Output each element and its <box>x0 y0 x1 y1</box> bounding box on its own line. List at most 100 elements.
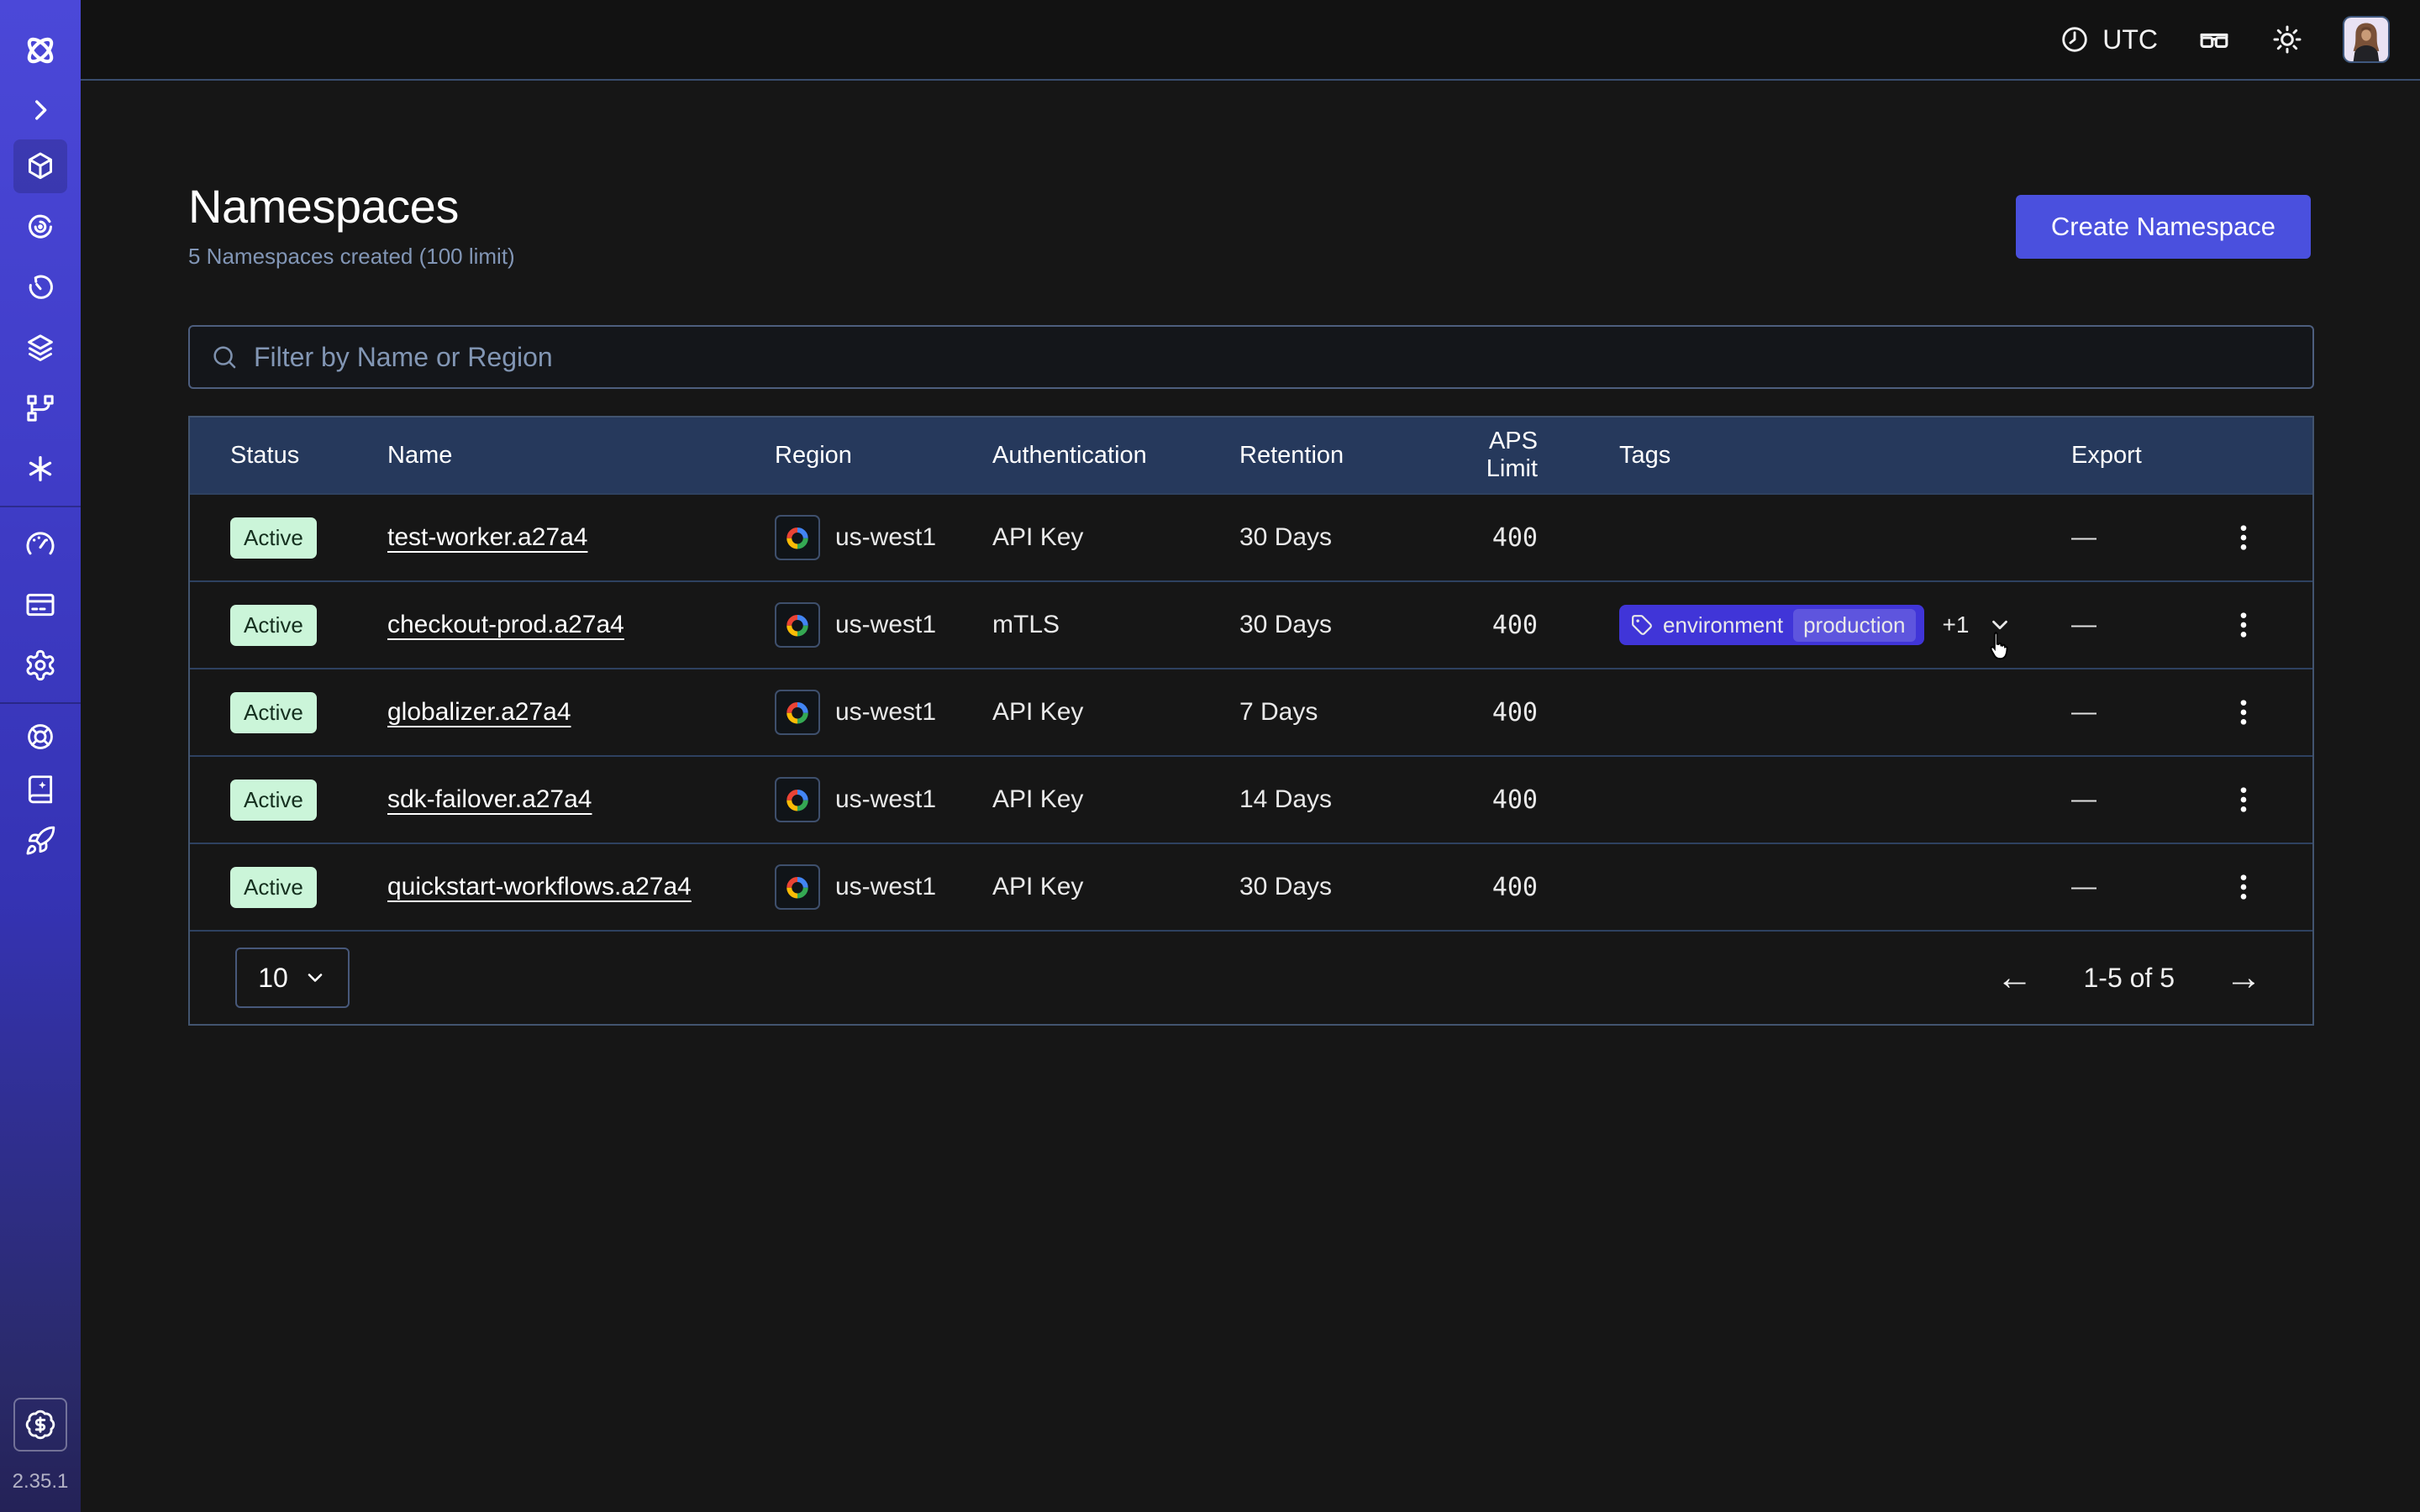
main-content: Namespaces 5 Namespaces created (100 lim… <box>81 81 2420 1512</box>
region-label: us-west1 <box>835 785 936 814</box>
sidebar-item-support[interactable] <box>0 711 81 763</box>
column-header-tags: Tags <box>1538 442 2071 470</box>
branch-icon <box>24 391 57 425</box>
namespace-link[interactable]: globalizer.a27a4 <box>387 698 571 726</box>
region-label: us-west1 <box>835 523 936 552</box>
export-value: — <box>2071 873 2096 901</box>
sidebar-item-getting-started[interactable] <box>0 815 81 867</box>
chevron-down-icon <box>303 966 327 990</box>
table-body: Active test-worker.a27a4 us-west1 API Ke… <box>190 493 2312 930</box>
status-badge: Active <box>230 517 317 559</box>
status-badge: Active <box>230 780 317 821</box>
retention-label: 30 Days <box>1239 611 1433 639</box>
labs-toggle-button[interactable] <box>2196 22 2232 57</box>
filter-input[interactable] <box>254 342 2292 373</box>
theme-toggle-button[interactable] <box>2270 23 2304 56</box>
region-label: us-west1 <box>835 698 936 727</box>
prev-page-button[interactable]: ← <box>1996 959 2033 996</box>
sidebar-item-nexus[interactable] <box>0 438 81 499</box>
kebab-icon <box>2227 696 2260 729</box>
sidebar-expand-button[interactable] <box>0 84 81 136</box>
tags-more-count[interactable]: +1 <box>1943 612 1970 638</box>
aps-limit-value: 400 <box>1433 523 1538 553</box>
table-row: Active test-worker.a27a4 us-west1 API Ke… <box>190 493 2312 580</box>
clock-icon <box>2059 24 2091 55</box>
table-header: StatusNameRegionAuthenticationRetentionA… <box>190 417 2312 493</box>
sidebar-item-deployments[interactable] <box>0 318 81 378</box>
spiral-icon <box>24 210 57 244</box>
table-row: Active sdk-failover.a27a4 us-west1 API K… <box>190 755 2312 843</box>
sidebar-item-schedules[interactable] <box>0 257 81 318</box>
sidebar-item-namespaces[interactable] <box>0 136 81 197</box>
kebab-menu-button[interactable] <box>2227 521 2260 554</box>
sidebar-item-billing[interactable] <box>0 575 81 635</box>
rocket-icon <box>24 825 56 857</box>
gcp-logo-icon <box>775 690 820 735</box>
auth-label: API Key <box>992 785 1239 814</box>
table-row: Active quickstart-workflows.a27a4 us-wes… <box>190 843 2312 930</box>
tag-chip[interactable]: environment production <box>1619 605 1924 645</box>
lifebuoy-icon <box>24 721 56 753</box>
temporal-logo[interactable] <box>0 0 81 84</box>
retention-label: 30 Days <box>1239 523 1433 552</box>
kebab-icon <box>2227 521 2260 554</box>
export-value: — <box>2071 698 2096 727</box>
auth-label: API Key <box>992 698 1239 727</box>
kebab-icon <box>2227 608 2260 642</box>
namespaces-table: StatusNameRegionAuthenticationRetentionA… <box>188 416 2314 1026</box>
sidebar: 2.35.1 <box>0 0 81 1512</box>
namespace-link[interactable]: test-worker.a27a4 <box>387 523 587 551</box>
sidebar-item-usage[interactable] <box>0 514 81 575</box>
auth-label: API Key <box>992 873 1239 901</box>
column-header-retention: Retention <box>1239 442 1433 470</box>
search-icon <box>210 343 239 371</box>
status-badge: Active <box>230 867 317 908</box>
avatar-image <box>2344 18 2388 61</box>
export-value: — <box>2071 523 2096 552</box>
timezone-label: UTC <box>2102 24 2158 55</box>
namespace-link[interactable]: checkout-prod.a27a4 <box>387 611 624 638</box>
asterisk-icon <box>24 452 57 486</box>
cube-icon <box>24 150 57 183</box>
billing-card-icon <box>24 588 57 622</box>
timezone-button[interactable]: UTC <box>2059 24 2158 55</box>
sidebar-item-settings[interactable] <box>0 635 81 696</box>
sidebar-item-workflows[interactable] <box>0 197 81 257</box>
tag-chip-group: environment production +1 <box>1619 605 2071 645</box>
kebab-menu-button[interactable] <box>2227 696 2260 729</box>
kebab-menu-button[interactable] <box>2227 783 2260 816</box>
gcp-logo-icon <box>775 602 820 648</box>
book-sparkle-icon <box>24 773 56 805</box>
namespace-link[interactable]: sdk-failover.a27a4 <box>387 785 592 813</box>
sidebar-item-branches[interactable] <box>0 378 81 438</box>
user-avatar[interactable] <box>2343 16 2390 63</box>
auth-label: mTLS <box>992 611 1239 639</box>
page-size-select[interactable]: 10 <box>235 948 350 1008</box>
column-header-status: Status <box>230 442 387 470</box>
table-footer: 10 ← 1-5 of 5 → <box>190 930 2312 1024</box>
page-title: Namespaces <box>188 180 2314 234</box>
aps-limit-value: 400 <box>1433 611 1538 640</box>
topbar: UTC <box>81 0 2420 81</box>
namespace-link[interactable]: quickstart-workflows.a27a4 <box>387 873 692 900</box>
create-namespace-button[interactable]: Create Namespace <box>2016 195 2311 259</box>
plan-usage-button[interactable] <box>13 1398 67 1452</box>
kebab-menu-button[interactable] <box>2227 608 2260 642</box>
status-badge: Active <box>230 692 317 733</box>
export-value: — <box>2071 611 2096 639</box>
column-header-name: Name <box>387 442 775 470</box>
aps-limit-value: 400 <box>1433 785 1538 815</box>
aps-limit-value: 400 <box>1433 698 1538 727</box>
page-range-label: 1-5 of 5 <box>2083 963 2175 994</box>
next-page-button[interactable]: → <box>2225 959 2262 996</box>
gear-icon <box>24 648 57 682</box>
sidebar-item-docs[interactable] <box>0 763 81 815</box>
tag-value: production <box>1793 609 1915 642</box>
chevron-down-icon[interactable] <box>1987 612 2012 638</box>
badge-dollar-icon <box>24 1409 56 1441</box>
column-header-export: Export <box>2071 442 2272 470</box>
sun-icon <box>2270 23 2304 56</box>
region-label: us-west1 <box>835 873 936 901</box>
kebab-menu-button[interactable] <box>2227 870 2260 904</box>
auth-label: API Key <box>992 523 1239 552</box>
